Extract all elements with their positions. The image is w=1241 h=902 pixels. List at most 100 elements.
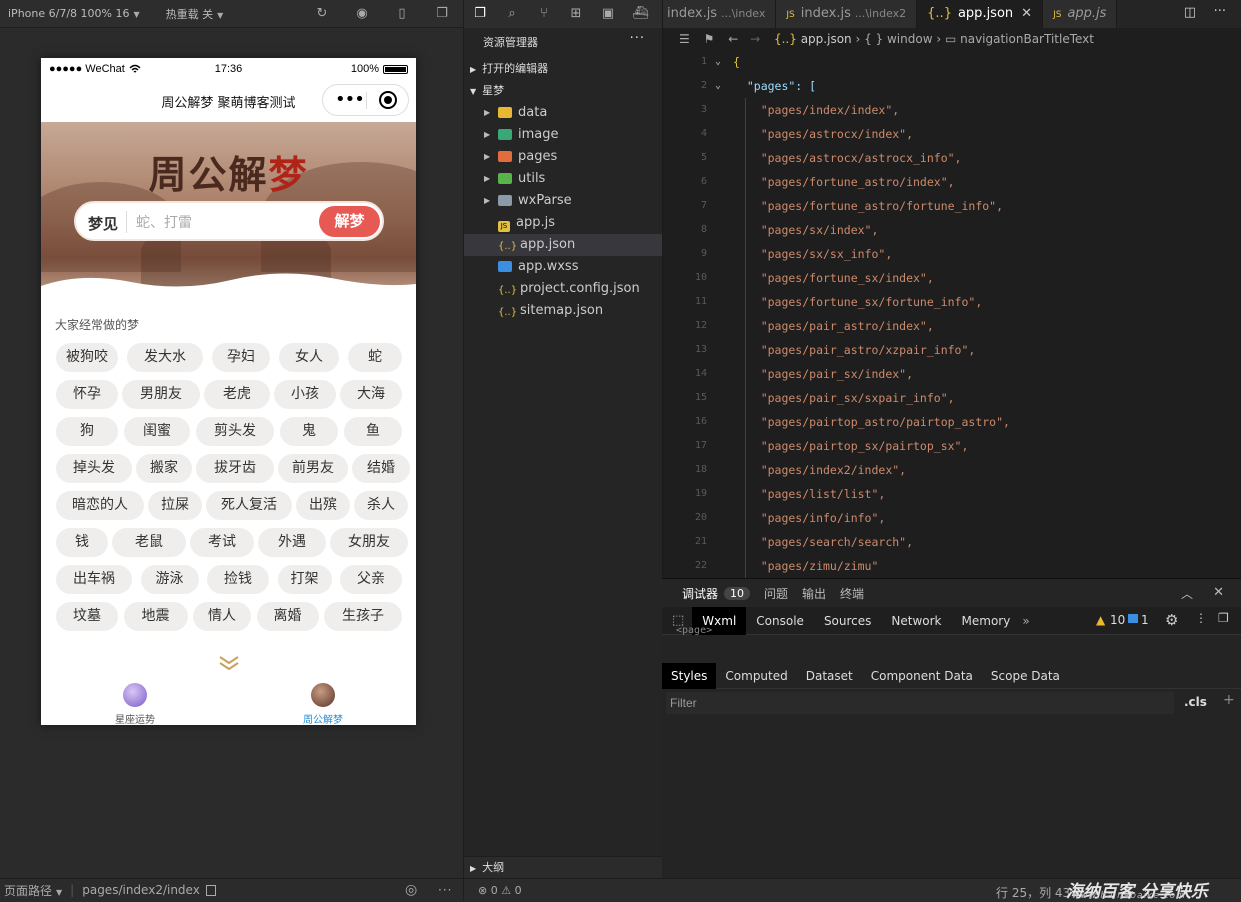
dream-tag[interactable]: 父亲	[340, 565, 402, 594]
more-icon[interactable]: ···	[438, 883, 452, 897]
dream-tag[interactable]: 老虎	[204, 380, 270, 409]
dream-tag[interactable]: 打架	[277, 565, 332, 594]
dream-tag[interactable]: 鱼	[344, 417, 402, 446]
close-target-icon[interactable]	[379, 91, 397, 109]
file-tree-item[interactable]: app.wxss	[464, 256, 663, 278]
tool-sources[interactable]: Sources	[814, 607, 881, 635]
kebab-icon[interactable]: ⋮	[1195, 611, 1207, 625]
file-tree-item[interactable]: ▶ image	[464, 124, 663, 146]
dream-tag[interactable]: 地震	[123, 602, 188, 631]
file-tree-item[interactable]: {..} app.json	[464, 234, 663, 256]
dream-tag[interactable]: 女朋友	[330, 528, 408, 557]
dream-tag[interactable]: 结婚	[352, 454, 410, 483]
dream-tag[interactable]: 外遇	[258, 528, 326, 557]
dream-tag[interactable]: 剪头发	[196, 417, 274, 446]
scope-data-tab[interactable]: Scope Data	[982, 663, 1069, 689]
editor-tab[interactable]: JS app.js	[1043, 0, 1118, 28]
copy-icon[interactable]	[205, 884, 216, 896]
dream-tag[interactable]: 掉头发	[56, 454, 132, 483]
dream-tag[interactable]: 发大水	[127, 343, 203, 372]
dock-icon[interactable]: ❐	[1218, 611, 1229, 625]
hot-reload-select[interactable]: 热重载 关 ▼	[166, 6, 224, 22]
dream-tag[interactable]: 蛇	[348, 343, 402, 372]
editor-more-icon[interactable]: ···	[1214, 4, 1226, 19]
editor-tab[interactable]: index.js ...\index	[663, 0, 777, 28]
preview-icon[interactable]: ▣	[600, 6, 616, 22]
dream-tag[interactable]: 被狗咬	[56, 343, 118, 372]
expand-chevron-icon[interactable]	[217, 654, 241, 672]
file-tree-item[interactable]: ▶ utils	[464, 168, 663, 190]
dream-tag[interactable]: 前男友	[278, 454, 348, 483]
file-tree-item[interactable]: {..} project.config.json	[464, 278, 663, 300]
dream-tag[interactable]: 男朋友	[122, 380, 200, 409]
more-tools-icon[interactable]: »	[1022, 614, 1029, 628]
dream-tag[interactable]: 拔牙齿	[196, 454, 274, 483]
breadcrumb-window[interactable]: window	[887, 32, 933, 46]
fold-icon[interactable]: ⌄	[715, 50, 721, 74]
dream-tag[interactable]: 怀孕	[56, 380, 118, 409]
dream-tag[interactable]: 女人	[279, 343, 339, 372]
dream-tag[interactable]: 坟墓	[56, 602, 118, 631]
dream-tag[interactable]: 狗	[56, 417, 118, 446]
gear-icon[interactable]: ⚙	[1165, 611, 1178, 629]
file-tree-item[interactable]: JS app.js	[464, 212, 663, 234]
back-icon[interactable]: ←	[728, 32, 738, 46]
file-tree-item[interactable]: ▶ wxParse	[464, 190, 663, 212]
phone-icon[interactable]: ▯	[394, 6, 410, 22]
dream-tag[interactable]: 游泳	[140, 565, 199, 594]
problems-tab[interactable]: 问题	[764, 585, 788, 602]
list-icon[interactable]: ☰	[679, 32, 690, 46]
more-dots-icon[interactable]: •••	[335, 90, 365, 110]
dream-tag[interactable]: 小孩	[274, 380, 336, 409]
debugger-tab[interactable]: 调试器	[682, 585, 718, 602]
close-tab-icon[interactable]: ✕	[1021, 6, 1032, 21]
extensions-icon[interactable]: ⊞	[568, 6, 584, 22]
breadcrumb-key[interactable]: navigationBarTitleText	[960, 32, 1094, 46]
project-section[interactable]: ▼ 星梦	[464, 80, 663, 102]
dream-tag[interactable]: 捡钱	[207, 565, 269, 594]
file-tree-item[interactable]: ▶ data	[464, 102, 663, 124]
editor-tab-active[interactable]: {..} app.json ✕	[917, 0, 1044, 28]
tab-horoscope[interactable]: 星座运势	[85, 683, 185, 725]
refresh-icon[interactable]: ↻	[314, 6, 330, 22]
page-path-label[interactable]: 页面路径 ▼	[4, 882, 62, 899]
dream-tag[interactable]: 大海	[340, 380, 402, 409]
file-tree-item[interactable]: ▶ pages	[464, 146, 663, 168]
tab-dream[interactable]: 周公解梦	[273, 683, 373, 725]
window-icon[interactable]: ❐	[434, 6, 450, 22]
dream-tag[interactable]: 离婚	[256, 602, 319, 631]
problems-indicator[interactable]: ⊗ 0 ⚠ 0	[464, 878, 663, 901]
files-icon[interactable]: ❐	[472, 6, 488, 22]
dream-tag[interactable]: 钱	[56, 528, 108, 557]
search-input[interactable]	[136, 211, 316, 233]
editor-tab[interactable]: JS index.js ...\index2	[776, 0, 918, 28]
dream-tag[interactable]: 情人	[193, 602, 251, 631]
tool-console[interactable]: Console	[746, 607, 814, 635]
computed-tab[interactable]: Computed	[716, 663, 796, 689]
dream-tag[interactable]: 孕妇	[212, 343, 270, 372]
dream-tag[interactable]: 出车祸	[56, 565, 132, 594]
dream-tag[interactable]: 考试	[190, 528, 254, 557]
code-area[interactable]: 1 ⌄{2 ⌄ "pages": [3 "pages/index/index", 4 …	[663, 50, 1241, 578]
breadcrumb-file[interactable]: app.json	[801, 32, 852, 46]
dream-tag[interactable]: 出殡	[296, 491, 350, 520]
split-editor-icon[interactable]: ◫	[1184, 5, 1196, 20]
device-select[interactable]: iPhone 6/7/8 100% 16 ▼	[8, 7, 140, 20]
styles-tab[interactable]: Styles	[662, 663, 717, 689]
output-tab[interactable]: 输出	[802, 585, 826, 602]
collapse-icon[interactable]: ︿	[1181, 585, 1193, 602]
source-control-icon[interactable]: ⑂	[536, 6, 552, 22]
add-rule-icon[interactable]: +	[1223, 692, 1235, 708]
bookmark-icon[interactable]: ⚑	[704, 32, 715, 46]
file-tree-item[interactable]: {..} sitemap.json	[464, 300, 663, 322]
eye-icon[interactable]: ◎	[405, 882, 417, 898]
dream-tag[interactable]: 暗恋的人	[56, 491, 144, 520]
search-icon[interactable]: ⌕	[504, 6, 520, 22]
warning-count[interactable]: 10	[1110, 613, 1125, 627]
interpret-button[interactable]: 解梦	[319, 206, 380, 237]
info-count[interactable]: 1	[1141, 613, 1149, 627]
open-editors-section[interactable]: ▶ 打开的编辑器	[464, 58, 663, 80]
dream-tag[interactable]: 搬家	[136, 454, 192, 483]
cls-toggle[interactable]: .cls	[1184, 695, 1207, 709]
dream-tag[interactable]: 拉屎	[148, 491, 202, 520]
